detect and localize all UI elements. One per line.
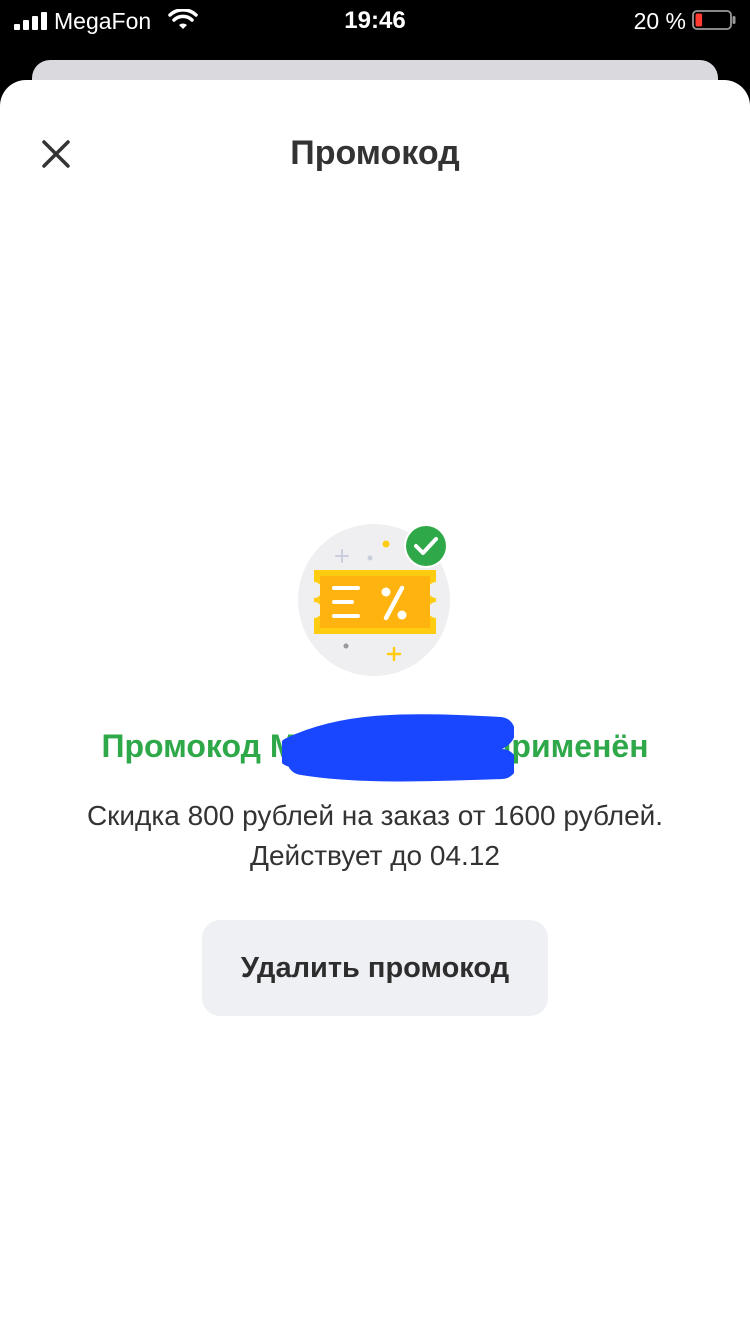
promo-discount-text: Скидка 800 рублей на заказ от 1600 рубле… [86,800,664,831]
battery-percent: 20 % [633,8,686,34]
check-circle-icon [404,524,448,568]
coupon-percent-icon [298,524,450,676]
redaction-scribble [282,714,514,782]
promo-sheet: Промокод Промокод М применён Скидка 800 … [0,80,750,1334]
page-title: Промокод [290,134,460,172]
status-bar: MegaFon 19:46 20 % [0,0,750,44]
promo-expiry-text: Действует до 04.12 [250,840,500,871]
remove-promo-button[interactable]: Удалить промокод [202,920,548,1016]
battery-icon [692,10,736,30]
promo-description: Скидка 800 рублей на заказ от 1600 рубле… [0,796,750,876]
